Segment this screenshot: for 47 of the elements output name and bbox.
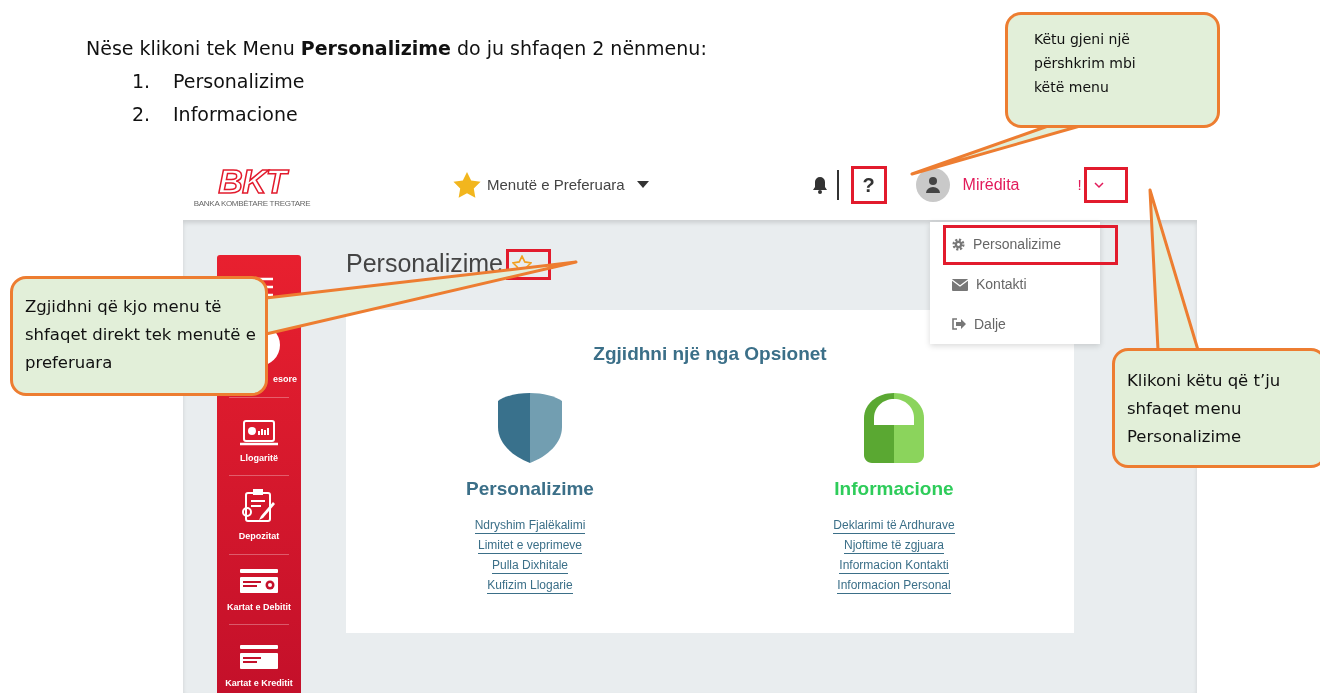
option-link[interactable]: Limitet e veprimeve	[477, 537, 582, 554]
caret-icon	[636, 181, 649, 189]
option-link[interactable]: Pulla Dixhitale	[491, 557, 568, 574]
dropdown-item[interactable]: Kontakti	[943, 264, 1093, 305]
dropdown-item[interactable]: Dalje	[943, 304, 1093, 344]
list-number: 1.	[132, 69, 152, 94]
page-title: Personalizime	[346, 248, 503, 280]
user-menu-toggle[interactable]	[1083, 167, 1128, 203]
greeting-text: Mirëdita	[962, 175, 1020, 195]
avatar-icon	[915, 168, 950, 202]
dropdown-item[interactable]: Personalizime	[943, 225, 1118, 265]
option-link[interactable]: Informacion Personal	[837, 577, 951, 594]
callout-box: Klikoni këtu që t’ju shfaqet menu Personalizime	[1112, 348, 1320, 468]
option-link[interactable]: Ndryshim Fjalëkalimi	[474, 517, 586, 534]
card-gear-icon	[240, 568, 278, 595]
sidebar-item[interactable]: Kartat e Debitit	[217, 568, 301, 614]
option-link[interactable]: Njoftime të zgjuara	[843, 537, 944, 554]
list-item-text: Informacione	[173, 102, 298, 127]
bell-icon[interactable]	[810, 176, 829, 194]
option-link[interactable]: Informacion Kontakti	[839, 557, 949, 574]
greeting-mark: !	[1077, 174, 1082, 195]
card-heading: Zgjidhni një nga Opsionet	[593, 342, 827, 366]
bank-logo: BKT BANKA KOMBËTARE TREGTARE	[193, 162, 311, 208]
gear-icon	[952, 238, 965, 252]
exit-icon	[952, 318, 966, 331]
list-number: 2.	[132, 102, 152, 127]
star-icon	[453, 172, 481, 198]
section-title: Personalizime	[466, 476, 594, 501]
laptop-icon	[240, 419, 278, 446]
sidebar-item[interactable]: Llogaritë	[217, 419, 301, 465]
section-title: Informacione	[834, 476, 954, 501]
favorites-menu[interactable]: Menutë e Preferuara	[453, 172, 649, 198]
option-link[interactable]: Kufizim Llogarie	[487, 577, 573, 594]
option-link[interactable]: Deklarimi të Ardhurave	[833, 517, 955, 534]
list-item-text: Personalizime	[173, 69, 305, 94]
sidebar-item[interactable]: Kartat e Kreditit	[217, 645, 301, 691]
shield-icon	[497, 392, 563, 463]
envelope-icon	[952, 278, 968, 291]
intro-paragraph: Nëse klikoni tek Menu Personalizime do ju shfaqen 2 nënmenu:	[86, 36, 707, 61]
clipboard-icon	[241, 488, 277, 524]
chevron-down-icon	[1093, 181, 1104, 189]
credit-card-icon	[240, 645, 278, 671]
padlock-icon	[863, 392, 925, 463]
help-button[interactable]: ?	[850, 166, 887, 204]
sidebar-item[interactable]: Depozitat	[217, 488, 301, 544]
logo-subtitle: BANKA KOMBËTARE TREGTARE	[193, 198, 311, 208]
callout-box: Zgjidhni që kjo menu të shfaqet direkt tek menutë e preferuara	[10, 276, 268, 396]
